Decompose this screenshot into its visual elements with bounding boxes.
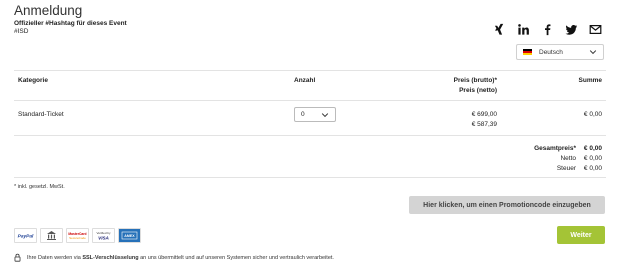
amex-logo: AMEX: [118, 228, 141, 243]
divider: [14, 135, 606, 136]
col-header-sum: Summe: [578, 77, 602, 84]
divider: [14, 100, 606, 101]
lock-icon: [14, 253, 21, 262]
visa-text: VISA: [98, 235, 109, 240]
bank-transfer-icon: [40, 228, 63, 243]
paypal-logo: PayPal: [14, 228, 37, 243]
vat-footnote: * inkl. gesetzl. MwSt.: [14, 184, 65, 190]
mastercard-securecode-logo: MasterCard SecureCode: [66, 228, 89, 243]
twitter-icon[interactable]: [564, 22, 578, 36]
col-header-quantity: Anzahl: [294, 77, 316, 84]
net-value: € 0,00: [583, 155, 602, 162]
promo-code-button[interactable]: Hier klicken, um einen Promotioncode ein…: [409, 196, 605, 214]
chevron-down-icon: [589, 50, 597, 55]
ssl-suffix: an uns übermittelt und auf unseren Syste…: [138, 254, 334, 261]
next-button[interactable]: Weiter: [557, 226, 605, 244]
language-label: Deutsch: [539, 48, 563, 56]
securecode-text: SecureCode: [69, 236, 86, 240]
divider: [14, 70, 606, 71]
price-net-value: € 587,39: [471, 121, 497, 128]
col-header-price-gross: Preis (brutto)*: [453, 77, 497, 84]
tax-value: € 0,00: [583, 165, 602, 172]
linkedin-icon[interactable]: [516, 22, 530, 36]
xing-icon[interactable]: [492, 22, 506, 36]
payment-methods: PayPal MasterCard SecureCode Verified by…: [14, 228, 141, 243]
facebook-icon[interactable]: [540, 22, 554, 36]
ticket-category: Standard-Ticket: [18, 111, 64, 118]
ssl-prefix: Ihre Daten werden via: [27, 254, 83, 261]
social-share-bar: [492, 22, 602, 36]
language-select[interactable]: Deutsch: [516, 44, 604, 60]
ssl-highlight: SSL-Verschlüsselung: [82, 254, 139, 261]
ssl-notice: Ihre Daten werden via SSL-Verschlüsselun…: [14, 253, 334, 262]
verified-by-text: Verified by: [96, 231, 111, 235]
col-header-category: Kategorie: [18, 77, 48, 84]
col-header-price-net: Preis (netto): [459, 87, 497, 94]
verified-by-visa-logo: Verified by VISA: [92, 228, 115, 243]
total-value: € 0,00: [583, 145, 602, 152]
price-gross-value: € 699,00: [471, 111, 497, 118]
hashtag-label: Offizieller #Hashtag für dieses Event: [14, 20, 127, 27]
chevron-down-icon: [321, 112, 329, 117]
page-title: Anmeldung: [14, 3, 83, 18]
german-flag-icon: [523, 49, 532, 55]
hashtag-value: #ISD: [14, 28, 29, 35]
quantity-select[interactable]: 0: [294, 107, 336, 122]
mail-icon[interactable]: [588, 22, 602, 36]
paypal-text: PayPal: [18, 234, 34, 240]
quantity-value: 0: [301, 111, 305, 118]
row-sum-value: € 0,00: [583, 111, 602, 118]
amex-text: AMEX: [124, 234, 135, 238]
divider: [14, 177, 606, 178]
